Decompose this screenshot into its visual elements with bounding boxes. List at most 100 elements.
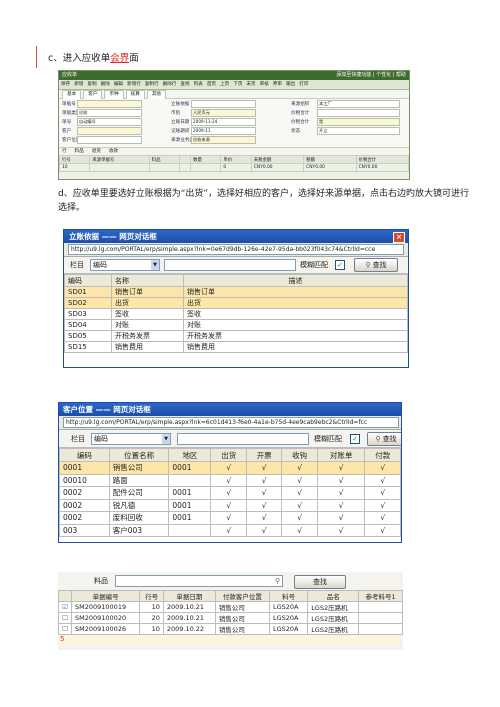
search-button[interactable]: ⚲ 查找 — [354, 258, 398, 272]
table-row[interactable]: 003 客户003 √ √ √ √ √ — [59, 523, 401, 537]
section-d-paragraph: d、应收单里要选好立账根据为“出货”，选择好相应的客户，选择好来源单据，点击右边… — [58, 189, 470, 213]
table-row[interactable]: ☐ SM2009100020 20 2009.10.21 销售公司 LGS20A LGS2压… — [58, 612, 403, 624]
toolbar-button-17[interactable]: 打印 — [299, 82, 308, 87]
field-input[interactable]: 应收来源 — [191, 136, 256, 144]
toolbar-button-2[interactable]: 复制 — [87, 82, 96, 87]
field-input[interactable]: 是 — [317, 118, 400, 126]
ar-form-tabs: 基本 客户 币种 核算 其他 — [59, 90, 409, 99]
basis-dialog-title: 立账依据 —— 网页对话框 × — [64, 230, 408, 243]
field-input[interactable]: 开立 — [317, 127, 400, 135]
field-input[interactable] — [77, 136, 142, 144]
field-input[interactable] — [317, 109, 400, 117]
field-input[interactable]: 本工厂 — [317, 100, 400, 108]
table-row[interactable]: 00010 路面 √ √ √ √ √ — [59, 473, 401, 487]
grid-tab-1[interactable]: 料品 — [75, 149, 84, 154]
table-cell: 销售订单 — [183, 286, 408, 298]
table-cell — [358, 612, 403, 624]
table-row[interactable]: SD15 销售费用 销售费用 — [64, 341, 408, 353]
table-cell: √ — [316, 498, 366, 512]
field-input[interactable] — [191, 100, 256, 108]
grid-tab-0[interactable]: 行 — [62, 149, 67, 154]
toolbar-button-10[interactable]: 首页 — [207, 82, 216, 87]
table-row[interactable]: ☑ SM2009100019 10 2009.10.21 销售公司 LGS20A LGS2压… — [58, 601, 403, 613]
toolbar-button-6[interactable]: 复制行 — [145, 82, 159, 87]
column-select[interactable]: 编码 ▼ — [91, 433, 171, 445]
url-field[interactable]: http://u9.lg.com/PORTAL/erp/simple.aspx?… — [68, 244, 404, 255]
source-document-table: 单据编号 行号 单据日期 付款客户位置 料号 品名 参考料号1 ☑ SM2009100019 1… — [58, 590, 403, 635]
toolbar-button-9[interactable]: 列表 — [194, 82, 203, 87]
field-input[interactable]: 人民币元 — [191, 109, 256, 117]
table-cell: √ — [281, 473, 318, 487]
magnifier-icon[interactable]: ⚲ — [275, 576, 280, 586]
table-cell: √ — [245, 473, 283, 487]
table-row[interactable]: SD01 销售订单 销售订单 — [64, 286, 408, 298]
ar-form-titlebar: 应收单 添加至快捷功能 | 个性化 | 帮助 — [59, 71, 409, 80]
table-row[interactable]: ☐ SM2009100026 10 2009.10.22 销售公司 LGS20A LGS2压… — [58, 623, 403, 635]
table-row[interactable]: SD02 出货 出货 — [64, 297, 408, 309]
fuzzy-match-checkbox[interactable]: ✓ — [335, 260, 345, 270]
search-input[interactable] — [177, 433, 309, 445]
toolbar-button-15[interactable]: 弃审 — [273, 82, 282, 87]
toolbar-button-7[interactable]: 删除行 — [163, 82, 177, 87]
table-cell — [190, 163, 222, 172]
column-select[interactable]: 编码 ▼ — [90, 259, 160, 271]
column-header — [179, 155, 192, 164]
table-cell: CNY0.00 — [250, 163, 305, 172]
row-checkbox[interactable]: ☑ — [58, 601, 72, 613]
grid-tab-3[interactable]: 收款 — [109, 149, 118, 154]
table-row[interactable]: 0001 销售公司 0001 √ √ √ √ √ — [59, 461, 401, 475]
toolbar-button-14[interactable]: 审核 — [260, 82, 269, 87]
field-input[interactable]: 自动编号 — [77, 118, 142, 126]
search-input[interactable] — [164, 259, 296, 271]
toolbar-button-1[interactable]: 新增 — [74, 82, 83, 87]
toolbar-button-16[interactable]: 输出 — [286, 82, 295, 87]
form-tab-4[interactable]: 其他 — [146, 90, 167, 99]
form-tab-1[interactable]: 客户 — [83, 90, 103, 99]
toolbar-button-3[interactable]: 删除 — [101, 82, 110, 87]
table-row[interactable]: SD03 签收 签收 — [64, 308, 408, 320]
table-row[interactable]: 0002 废料回收 0001 √ √ √ √ √ — [59, 511, 401, 525]
fuzzy-match-checkbox[interactable]: ✓ — [350, 434, 360, 444]
row-checkbox[interactable]: ☐ — [58, 623, 72, 635]
form-tab-3[interactable]: 核算 — [125, 90, 145, 99]
close-icon[interactable]: × — [393, 232, 405, 243]
table-cell: 003 — [59, 523, 110, 537]
toolbar-button-12[interactable]: 下页 — [233, 82, 242, 87]
search-button[interactable]: 查找 — [294, 575, 346, 589]
field-input[interactable]: 2009-11 — [191, 127, 256, 135]
table-cell: LGS20A — [268, 623, 309, 635]
toolbar-button-0[interactable]: 保存 — [61, 82, 70, 87]
toolbar-button-5[interactable]: 新增行 — [127, 82, 141, 87]
table-row[interactable]: 0002 配件公司 0001 √ √ √ √ √ — [59, 486, 401, 500]
toolbar-button-13[interactable]: 末页 — [246, 82, 255, 87]
toolbar-button-8[interactable]: 查找 — [180, 82, 189, 87]
select-column — [58, 590, 72, 602]
table-cell: 2009.10.22 — [162, 623, 216, 635]
item-input[interactable]: ⚲ — [115, 575, 283, 587]
table-cell: 0 — [220, 163, 252, 172]
grid-tab-2[interactable]: 退货 — [92, 149, 101, 154]
form-tab-0[interactable]: 基本 — [62, 90, 82, 99]
table-row[interactable]: 10 0 CNY0.00 CNY0.00 CNY0.00 — [59, 163, 409, 172]
search-button[interactable]: ⚲ 查找 — [367, 432, 401, 446]
row-checkbox[interactable]: ☐ — [58, 612, 72, 624]
table-cell: √ — [364, 461, 401, 475]
table-cell: √ — [210, 486, 247, 500]
toolbar-button-4[interactable]: 编辑 — [114, 82, 123, 87]
toolbar-button-11[interactable]: 上页 — [220, 82, 229, 87]
basis-table: 编码 名称 描述 SD01 销售订单 销售订单 SD02 出货 出货 SD03 签收 签收 SD04 对… — [64, 274, 408, 353]
field-input[interactable]: 应收 — [77, 109, 142, 117]
table-row[interactable]: SD05 开税务发票 开税务发票 — [64, 330, 408, 342]
field-input[interactable] — [77, 127, 142, 135]
field-label: 立账依据 — [171, 102, 190, 107]
field-input[interactable]: 2009-11-24 — [191, 118, 256, 126]
column-header: 单据日期 — [162, 590, 216, 602]
table-cell — [168, 473, 212, 487]
form-tab-2[interactable]: 币种 — [104, 90, 124, 99]
column-header: 料品 — [148, 155, 181, 164]
url-field[interactable]: http://u9.lg.com/PORTAL/erp/simple.aspx?… — [63, 417, 399, 428]
table-row[interactable]: SD04 对账 对账 — [64, 319, 408, 331]
table-row[interactable]: 0002 锐凡德 0001 √ √ √ √ √ — [59, 498, 401, 512]
field-input[interactable] — [77, 100, 142, 108]
table-cell: √ — [316, 486, 366, 500]
